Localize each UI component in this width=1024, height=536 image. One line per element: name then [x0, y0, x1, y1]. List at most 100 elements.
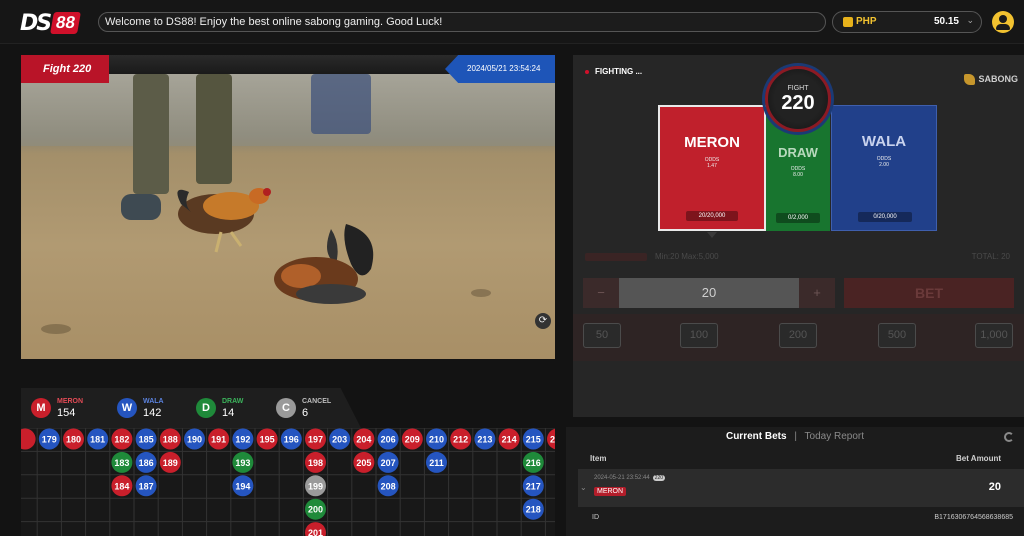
- chip-200[interactable]: 200: [779, 323, 817, 348]
- road-result-number: 183: [114, 458, 129, 468]
- limit-indicator: [585, 253, 647, 261]
- road-result-number: 185: [139, 435, 154, 445]
- wala-circle: W: [117, 398, 137, 418]
- meron-circle: M: [31, 398, 51, 418]
- ground-spot: [41, 324, 71, 334]
- result-stats: M MERON 154 W WALA 142 D DRAW 14 C CANCE…: [21, 388, 361, 428]
- fight-number-badge: FIGHT 220: [765, 66, 831, 132]
- wallet-icon: [843, 17, 853, 27]
- selection-pointer: [707, 232, 717, 238]
- refresh-stream-icon[interactable]: ⟳: [535, 313, 551, 329]
- road-result-number: 210: [429, 435, 444, 445]
- draw-name: DRAW: [778, 145, 818, 160]
- betting-panel: FIGHTING ... SABONG MERON ODDS 1.47 20/2…: [573, 55, 1024, 417]
- increase-button[interactable]: +: [799, 278, 835, 308]
- chip-1000[interactable]: 1,000: [975, 323, 1013, 348]
- decrease-button[interactable]: −: [583, 278, 619, 308]
- road-result-number: 190: [187, 435, 202, 445]
- road-result-number: 189: [163, 458, 178, 468]
- chip-500[interactable]: 500: [878, 323, 916, 348]
- fight-label: FIGHT: [787, 85, 809, 92]
- refresh-bets-icon[interactable]: [1004, 432, 1014, 442]
- bets-tabs: Current Bets | Today Report: [566, 431, 1024, 442]
- road-result-number: 219: [550, 435, 555, 445]
- stat-count: 154: [57, 407, 76, 419]
- bet-side-badge: MERON: [594, 487, 627, 496]
- bet-limits: Min:20 Max:5,000: [655, 252, 719, 261]
- stat-label: WALA: [143, 398, 164, 405]
- stat-count: 142: [143, 407, 162, 419]
- handler-shoe: [121, 194, 161, 220]
- spectator: [311, 74, 371, 134]
- currency-label: PHP: [856, 16, 877, 27]
- road-result-number: 215: [526, 435, 541, 445]
- road-result-number: 201: [308, 528, 323, 536]
- draw-odds: 8.00: [793, 172, 803, 178]
- road-result-number: 195: [260, 435, 275, 445]
- road-result-number: 191: [211, 435, 226, 445]
- handler-leg: [196, 74, 232, 184]
- game-name: SABONG: [978, 74, 1018, 84]
- wala-bet-card[interactable]: WALA ODDS 2.00 0/20,000: [831, 105, 937, 231]
- chip-50[interactable]: 50: [583, 323, 621, 348]
- draw-bet-card[interactable]: DRAW ODDS 8.00 0/2,000: [766, 115, 830, 231]
- bet-amount: 20: [988, 481, 1001, 493]
- chip-100[interactable]: 100: [680, 323, 718, 348]
- fight-tag: Fight 220: [21, 55, 109, 83]
- road-result-number: 209: [405, 435, 420, 445]
- result-road-map[interactable]: 179 180 181 182 183 184 185 186 187 188 189 190 191 1…: [21, 428, 555, 536]
- road-result-number: 181: [90, 435, 105, 445]
- game-label: SABONG: [964, 74, 1018, 86]
- bet-fight-badge: 220: [652, 475, 666, 481]
- road-result-number: 206: [381, 435, 396, 445]
- road-result-number: 197: [308, 435, 323, 445]
- rooster-icon: [964, 74, 976, 86]
- tab-current-bets[interactable]: Current Bets: [726, 431, 787, 442]
- top-bar: DS 88 Welcome to DS88! Enjoy the best on…: [0, 0, 1024, 44]
- stat-count: 14: [222, 407, 235, 419]
- stat-count: 6: [302, 407, 309, 419]
- chevron-down-icon[interactable]: ⌄: [580, 483, 587, 492]
- stat-label: DRAW: [222, 398, 244, 405]
- meron-bet-card[interactable]: MERON ODDS 1.47 20/20,000: [658, 105, 766, 231]
- road-result-number: 184: [114, 481, 129, 491]
- tab-today-report[interactable]: Today Report: [805, 431, 864, 442]
- wallet-balance[interactable]: PHP 50.15 ⌄: [832, 11, 982, 33]
- road-result-number: 199: [308, 481, 323, 491]
- bet-row[interactable]: ⌄ 2024-05-21 23:52:44 220 MERON 20: [578, 469, 1024, 507]
- amount-stepper: − 20 +: [583, 278, 835, 308]
- road-result-number: 182: [114, 435, 129, 445]
- bet-id-value: B1716306764568638685: [934, 514, 1013, 521]
- road-result-number: 213: [477, 435, 492, 445]
- fight-number: 220: [781, 92, 815, 114]
- place-bet-button[interactable]: BET: [844, 278, 1014, 308]
- road-result-number: 216: [526, 458, 541, 468]
- tab-separator: |: [794, 431, 797, 442]
- bet-amount-input[interactable]: 20: [619, 278, 799, 308]
- wala-pool: 0/20,000: [858, 212, 912, 222]
- road-result-number: 187: [139, 481, 154, 491]
- meron-odds: 1.47: [707, 163, 717, 169]
- meron-name: MERON: [684, 134, 740, 151]
- cancel-circle: C: [276, 398, 296, 418]
- road-result-number: 192: [235, 435, 250, 445]
- road-result-number: 207: [381, 458, 396, 468]
- road-result-number: 203: [332, 435, 347, 445]
- road-result-number: 179: [42, 435, 57, 445]
- road-result-number: 211: [429, 458, 444, 468]
- user-avatar-icon[interactable]: [992, 11, 1014, 33]
- road-result-number: 214: [502, 435, 517, 445]
- live-stream: Fight 220 2024/05/21 23:54:24 ⟳: [21, 55, 555, 359]
- col-bet-amount: Bet Amount: [955, 454, 1001, 463]
- ds88-logo[interactable]: DS 88: [20, 10, 81, 36]
- road-result-number: 212: [453, 435, 468, 445]
- wala-odds: 2.00: [879, 162, 889, 168]
- road-result-number: 218: [526, 505, 541, 515]
- stat-label: MERON: [57, 398, 84, 405]
- road-grid: 179 180 181 182 183 184 185 186 187 188 189 190 191 1…: [21, 428, 555, 536]
- video-frame[interactable]: ⟳: [21, 74, 555, 359]
- ground-spot: [471, 289, 491, 297]
- arena-fence: [21, 74, 555, 146]
- announcement-marquee: Welcome to DS88! Enjoy the best online s…: [98, 12, 826, 32]
- bet-total: TOTAL: 20: [971, 252, 1010, 261]
